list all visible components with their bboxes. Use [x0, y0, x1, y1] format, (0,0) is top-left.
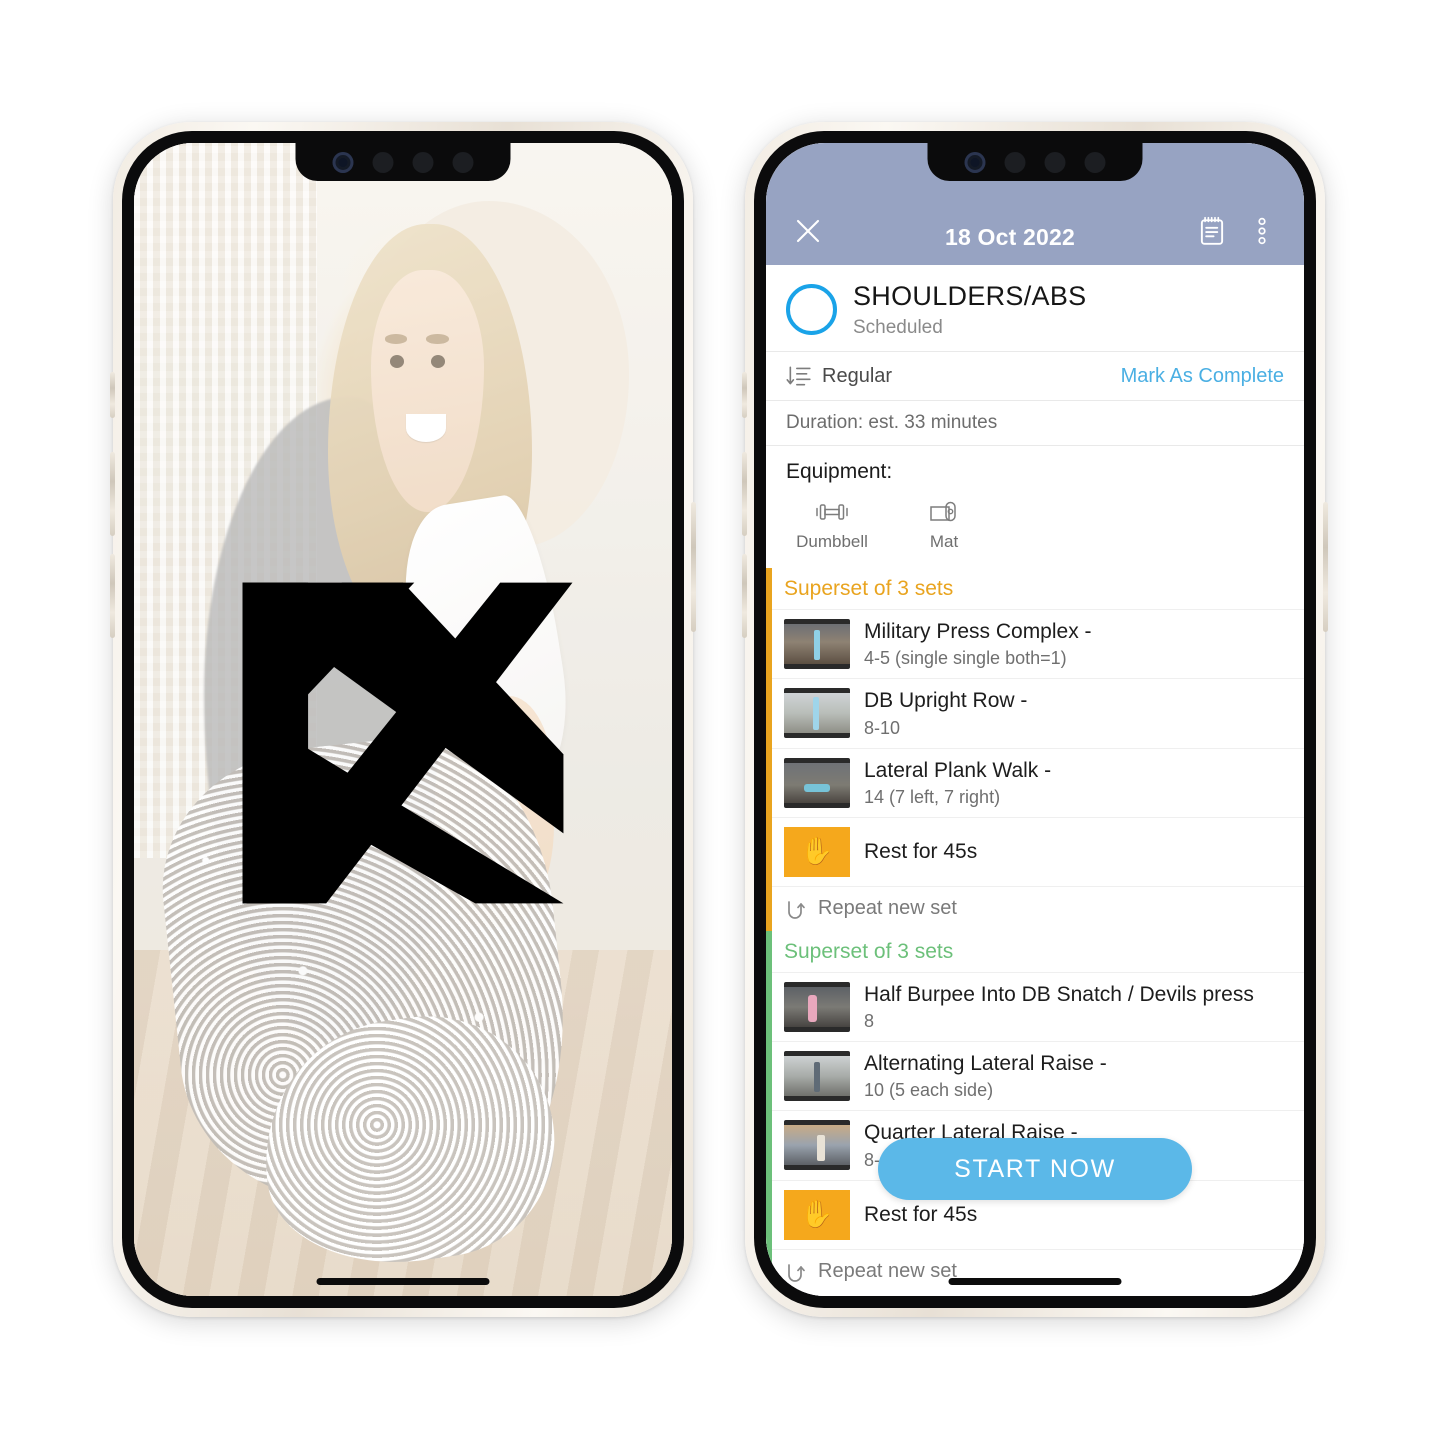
date-title: 18 Oct 2022 [944, 224, 1076, 250]
equipment-list: Dumbbell Mat [786, 498, 1284, 552]
workout-status-circle[interactable] [786, 284, 837, 335]
exercise-thumbnail [784, 688, 850, 739]
left-phone-screen [134, 143, 672, 1296]
volume-up-button[interactable] [110, 452, 115, 536]
phone-notch [295, 143, 511, 181]
exercise-name: Lateral Plank Walk - [864, 758, 1052, 782]
front-camera-icon-right [964, 151, 986, 173]
repeat-row[interactable]: Repeat new set [766, 885, 1304, 931]
group-color-bar [766, 930, 772, 1294]
mark-as-complete-button[interactable]: Mark As Complete [1121, 365, 1284, 388]
sort-row: Regular Mark As Complete [766, 351, 1304, 400]
power-button[interactable] [691, 502, 696, 632]
close-icon [796, 219, 820, 243]
exercise-thumbnail [784, 1120, 850, 1171]
exercise-reps: 14 (7 left, 7 right) [864, 786, 1001, 807]
sensor-dot-3-right [1084, 151, 1106, 173]
workout-detail-screen: 18 Oct 2022 SHOULDERS/ABS Scheduled Regu… [766, 143, 1304, 1296]
exercise-reps: 8 [864, 1011, 875, 1032]
exercise-reps: 4-5 (single single both=1) [864, 648, 1067, 669]
mute-switch-right[interactable] [742, 372, 747, 418]
exercise-row[interactable]: Half Burpee Into DB Snatch / Devils pres… [766, 971, 1304, 1041]
equipment-title: Equipment: [786, 460, 893, 484]
volume-up-button-right[interactable] [742, 452, 747, 536]
sensor-dot-2-right [1044, 151, 1066, 173]
right-phone-screen: 18 Oct 2022 SHOULDERS/ABS Scheduled Regu… [766, 143, 1304, 1296]
home-indicator[interactable] [316, 1278, 490, 1285]
hand-icon: ✋ [784, 826, 850, 877]
rest-label: Rest for 45s [864, 839, 978, 863]
hand-icon: ✋ [784, 1189, 850, 1240]
duration-label: Duration: est. 33 minutes [766, 400, 1304, 445]
repeat-row[interactable]: Repeat new set [766, 1248, 1304, 1294]
phone-bezel [122, 131, 684, 1308]
phone-bezel-right: 18 Oct 2022 SHOULDERS/ABS Scheduled Regu… [754, 131, 1316, 1308]
rest-row[interactable]: ✋ Rest for 45s [766, 816, 1304, 886]
exercise-name: Military Press Complex - [864, 620, 1092, 644]
sort-label: Regular [822, 364, 893, 387]
exercise-row[interactable]: Military Press Complex - 4-5 (single sin… [766, 609, 1304, 678]
volume-down-button[interactable] [110, 554, 115, 638]
rest-label: Rest for 45s [864, 1202, 978, 1226]
exercise-name: Alternating Lateral Raise - [864, 1052, 1107, 1076]
phone-notch-right [927, 143, 1143, 181]
dumbbell-icon [816, 504, 848, 520]
sensor-dot-1-right [1004, 151, 1026, 173]
equipment-section: Equipment: Dumbbell Mat [766, 445, 1304, 568]
exercise-row[interactable]: DB Upright Row - 8-10 [766, 678, 1304, 747]
sort-descending-icon [786, 366, 811, 386]
start-now-button[interactable]: START NOW [878, 1138, 1192, 1200]
repeat-label: Repeat new set [818, 1260, 957, 1283]
group-title: Superset of 3 sets [784, 577, 954, 601]
repeat-icon [788, 1263, 805, 1282]
workout-status-label: Scheduled [853, 317, 943, 339]
mute-switch[interactable] [110, 372, 115, 418]
repeat-label: Repeat new set [818, 897, 957, 920]
workout-header: SHOULDERS/ABS Scheduled [766, 265, 1304, 351]
power-button-right[interactable] [1323, 502, 1328, 632]
superset-group-1: Superset of 3 sets Military Press Comple… [766, 568, 1304, 931]
mat-icon [930, 501, 956, 522]
equipment-item-mat[interactable]: Mat [906, 498, 982, 552]
exercise-row[interactable]: Alternating Lateral Raise - 10 (5 each s… [766, 1041, 1304, 1110]
superset-group-2: Superset of 3 sets Half Burpee Into DB S… [766, 930, 1304, 1294]
exercise-thumbnail [784, 619, 850, 670]
app-splash-screen [134, 143, 672, 1296]
exercise-name: DB Upright Row - [864, 689, 1028, 713]
equipment-label: Dumbbell [796, 532, 868, 552]
group-color-bar [766, 568, 772, 931]
exercise-reps: 10 (5 each side) [864, 1080, 994, 1101]
overflow-menu-button[interactable] [1242, 211, 1282, 251]
exercise-name: Half Burpee Into DB Snatch / Devils pres… [864, 982, 1254, 1006]
sensor-dot-2 [412, 151, 434, 173]
sensor-dot-3 [452, 151, 474, 173]
home-indicator-right[interactable] [948, 1278, 1122, 1285]
group-title: Superset of 3 sets [784, 939, 954, 963]
sensor-dot-1 [372, 151, 394, 173]
exercise-thumbnail [784, 757, 850, 808]
repeat-icon [788, 900, 805, 919]
close-button[interactable] [788, 211, 828, 251]
front-camera-icon [332, 151, 354, 173]
exercise-row[interactable]: Lateral Plank Walk - 14 (7 left, 7 right… [766, 747, 1304, 817]
notepad-icon [1200, 216, 1224, 245]
exercise-reps: 8-10 [864, 717, 901, 738]
screenshot-canvas: 18 Oct 2022 SHOULDERS/ABS Scheduled Regu… [0, 0, 1445, 1445]
equipment-item-dumbbell[interactable]: Dumbbell [794, 498, 870, 552]
left-phone-mockup [110, 122, 696, 1317]
exercise-thumbnail [784, 981, 850, 1032]
exercise-thumbnail [784, 1051, 850, 1102]
right-phone-mockup: 18 Oct 2022 SHOULDERS/ABS Scheduled Regu… [742, 122, 1328, 1317]
volume-down-button-right[interactable] [742, 554, 747, 638]
equipment-label: Mat [929, 532, 959, 552]
kx-logo [242, 582, 573, 903]
notes-button[interactable] [1192, 211, 1232, 251]
more-vertical-icon [1258, 217, 1266, 245]
workout-title: SHOULDERS/ABS [853, 281, 1087, 311]
